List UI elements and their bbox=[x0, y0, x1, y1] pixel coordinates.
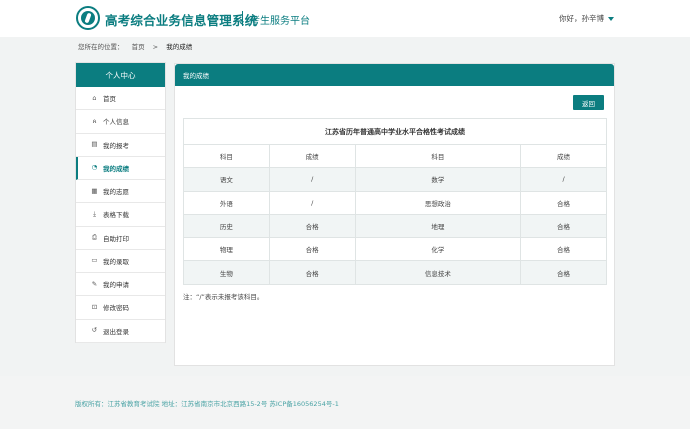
table-cell: 合格 bbox=[520, 260, 607, 285]
sidebar-item[interactable]: ⤓ 表格下载 bbox=[76, 203, 165, 227]
table-cell: 语文 bbox=[183, 167, 270, 192]
breadcrumb: 您所在的位置： 首页 > 我的成绩 bbox=[78, 41, 192, 51]
sidebar-item-label: 表格下载 bbox=[103, 211, 129, 220]
table-cell: 思想政治 bbox=[354, 190, 522, 215]
column-header: 科目 bbox=[183, 143, 270, 169]
table-cell: / bbox=[520, 167, 607, 192]
user-menu[interactable]: 你好，孙辛博 bbox=[559, 13, 614, 24]
sidebar-item[interactable]: ▦ 我的志愿 bbox=[76, 180, 165, 204]
breadcrumb-current: 我的成绩 bbox=[166, 43, 193, 51]
sidebar-item[interactable]: ▤ 我的报考 bbox=[76, 134, 165, 157]
table-cell: 物理 bbox=[183, 237, 270, 262]
sidebar-item[interactable]: ▭ 我的录取 bbox=[76, 250, 165, 273]
site-title: 高考综合业务信息管理系统 bbox=[105, 13, 258, 28]
breadcrumb-prefix: 您所在的位置： bbox=[78, 43, 124, 51]
lock-icon: ⊡ bbox=[91, 302, 98, 311]
download-icon: ⤓ bbox=[93, 209, 96, 218]
sidebar-item-label: 我的成绩 bbox=[103, 164, 129, 173]
chevron-down-icon[interactable] bbox=[608, 16, 614, 21]
sidebar-item[interactable]: ⌂ 首页 bbox=[76, 87, 165, 111]
table-cell: 生物 bbox=[183, 260, 270, 285]
title-divider bbox=[242, 11, 243, 26]
column-header: 科目 bbox=[354, 143, 522, 169]
sidebar-item[interactable]: ጰ 个人信息 bbox=[76, 110, 165, 134]
user-greeting-text: 你好，孙辛博 bbox=[559, 14, 604, 23]
table-cell: 化学 bbox=[354, 237, 522, 262]
table-cell: 信息技术 bbox=[354, 260, 522, 285]
sidebar-item-label: 我的志愿 bbox=[103, 188, 129, 197]
column-header: 成绩 bbox=[520, 143, 607, 169]
edit-icon: ✎ bbox=[91, 279, 98, 288]
table-cell: / bbox=[268, 190, 356, 215]
sidebar-item[interactable]: ◔ 我的成绩 bbox=[76, 156, 165, 180]
chart-pie-icon: ◔ bbox=[91, 163, 98, 172]
table-cell: 合格 bbox=[520, 190, 607, 215]
table-row: 物理 合格 化学 合格 bbox=[183, 237, 607, 262]
table-header-row: 科目 成绩 科目 成绩 bbox=[183, 143, 607, 169]
table-cell: 历史 bbox=[183, 213, 270, 239]
panel-title: 我的成绩 bbox=[175, 64, 614, 86]
table-caption: 江苏省历年普通高中学业水平合格性考试成绩 bbox=[183, 118, 607, 145]
footer-copyright: 版权所有：江苏省教育考试院 地址：江苏省南京市北京西路15-2号 苏ICP备16… bbox=[75, 400, 339, 408]
table-cell: 合格 bbox=[268, 237, 356, 262]
table-row: 生物 合格 信息技术 合格 bbox=[183, 260, 607, 285]
table-cell: 合格 bbox=[520, 213, 607, 239]
sidebar-item-label: 个人信息 bbox=[103, 118, 129, 127]
back-button[interactable]: 返回 bbox=[573, 95, 604, 110]
sidebar-item-label: 退出登录 bbox=[103, 327, 129, 336]
sidebar-item[interactable]: ⎙ 自助打印 bbox=[76, 227, 165, 250]
grades-table: 江苏省历年普通高中学业水平合格性考试成绩 科目 成绩 科目 成绩 语文 / 数学 / 外… bbox=[183, 118, 607, 285]
site-subtitle: 考生服务平台 bbox=[250, 16, 310, 27]
sidebar-item-label: 自助打印 bbox=[103, 234, 129, 243]
sidebar-item-label: 我的录取 bbox=[103, 257, 129, 266]
user-icon: ጰ bbox=[92, 116, 97, 125]
table-cell: 外语 bbox=[183, 190, 270, 215]
table-cell: / bbox=[268, 167, 356, 192]
sidebar-nav: ⌂ 首页 ጰ 个人信息 ▤ 我的报考 ◔ 我的成绩 ▦ 我的志愿 ⤓ 表格下载 ⎙ 自助打印 ▭ 我的录取 ✎ 我… bbox=[76, 87, 165, 343]
table-row: 历史 合格 地理 合格 bbox=[183, 213, 607, 239]
sidebar-item-label: 我的报考 bbox=[103, 141, 129, 150]
sidebar-item-label: 我的申请 bbox=[103, 281, 129, 290]
card-icon: ▤ bbox=[91, 140, 98, 149]
printer-icon: ⎙ bbox=[91, 233, 98, 242]
breadcrumb-separator: > bbox=[152, 43, 159, 51]
sidebar-item-label: 首页 bbox=[103, 95, 116, 104]
table-cell: 合格 bbox=[268, 260, 356, 285]
logout-icon: ↺ bbox=[91, 326, 98, 335]
site-logo-icon[interactable] bbox=[76, 6, 100, 30]
top-header: 高考综合业务信息管理系统 考生服务平台 你好，孙辛博 bbox=[0, 0, 690, 37]
home-icon: ⌂ bbox=[92, 93, 97, 102]
sidebar: 个人中心 ⌂ 首页 ጰ 个人信息 ▤ 我的报考 ◔ 我的成绩 ▦ 我的志愿 ⤓ 表格下载 ⎙ 自助打印 ▭ 我… bbox=[75, 62, 166, 343]
sidebar-item[interactable]: ↺ 退出登录 bbox=[76, 320, 165, 343]
table-cell: 合格 bbox=[520, 237, 607, 262]
table-cell: 合格 bbox=[268, 213, 356, 239]
main-panel: 我的成绩 返回 江苏省历年普通高中学业水平合格性考试成绩 科目 成绩 科目 成绩… bbox=[174, 63, 615, 366]
document-icon: ▦ bbox=[91, 186, 98, 195]
table-cell: 数学 bbox=[354, 167, 522, 192]
footer: 版权所有：江苏省教育考试院 地址：江苏省南京市北京西路15-2号 苏ICP备16… bbox=[0, 376, 690, 429]
sidebar-item[interactable]: ✎ 我的申请 bbox=[76, 273, 165, 297]
calendar-icon: ▭ bbox=[91, 256, 98, 265]
table-row: 外语 / 思想政治 合格 bbox=[183, 190, 607, 215]
breadcrumb-home-link[interactable]: 首页 bbox=[132, 43, 145, 51]
table-note: 注：“/”表示未报考该科目。 bbox=[183, 293, 264, 301]
table-row: 语文 / 数学 / bbox=[183, 167, 607, 192]
sidebar-title: 个人中心 bbox=[76, 63, 165, 87]
sidebar-item-label: 修改密码 bbox=[103, 304, 129, 313]
sidebar-item[interactable]: ⊡ 修改密码 bbox=[76, 296, 165, 320]
column-header: 成绩 bbox=[268, 143, 356, 169]
table-cell: 地理 bbox=[354, 213, 522, 239]
